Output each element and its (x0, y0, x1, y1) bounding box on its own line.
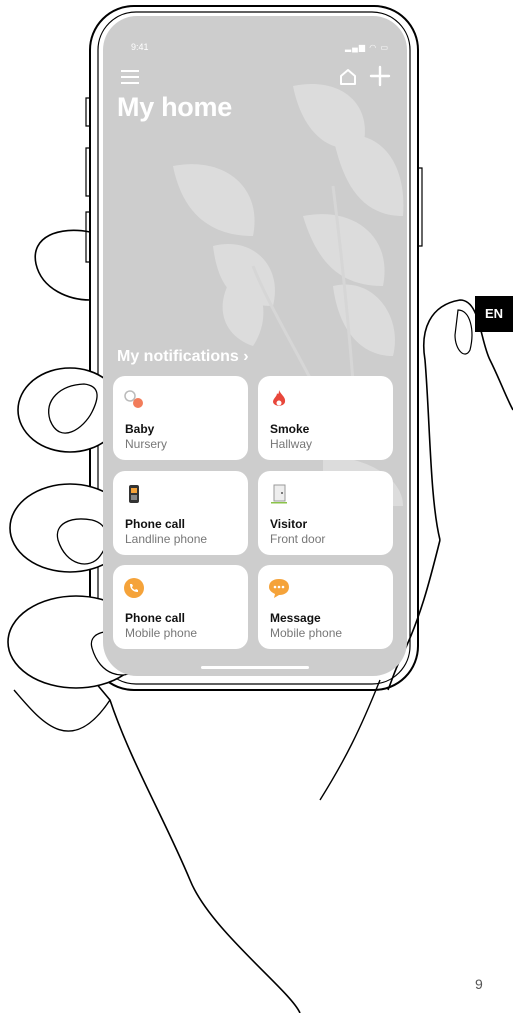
mobile-phone-icon (124, 578, 144, 598)
status-icons: ▂▄▆ ◠ ▭ (345, 43, 389, 52)
card-title: Visitor (270, 517, 308, 531)
card-title: Phone call (125, 611, 186, 625)
notification-card-phone-call-mobile[interactable]: Phone call Mobile phone (113, 565, 248, 649)
finger-outline (13, 689, 111, 732)
palm-outline (59, 639, 301, 1013)
signal-icon: ▂▄▆ (345, 43, 366, 52)
landline-phone-icon (129, 485, 139, 503)
card-subtitle: Front door (270, 532, 326, 546)
language-badge: EN (475, 296, 513, 332)
notification-card-smoke[interactable]: Smoke Hallway (258, 376, 393, 460)
notifications-link[interactable]: My notifications › (117, 348, 249, 366)
battery-icon: ▭ (380, 43, 389, 52)
notification-card-phone-call-landline[interactable]: Phone call Landline phone (113, 471, 248, 555)
card-title: Phone call (125, 517, 186, 531)
notification-card-visitor[interactable]: Visitor Front door (258, 471, 393, 555)
add-icon[interactable] (369, 65, 391, 87)
card-title: Baby (125, 422, 155, 436)
wifi-icon: ◠ (369, 43, 378, 52)
page-title: My home (117, 92, 232, 122)
notification-card-message[interactable]: Message Mobile phone (258, 565, 393, 649)
card-subtitle: Landline phone (125, 532, 208, 546)
card-title: Smoke (270, 422, 310, 436)
phone-screen: 9:41 ▂▄▆ ◠ ▭ My home My notifications › … (103, 16, 407, 676)
menu-icon[interactable] (121, 70, 139, 84)
home-indicator[interactable] (201, 666, 309, 669)
home-icon[interactable] (339, 68, 357, 86)
thumb-outline (423, 299, 513, 541)
card-subtitle: Nursery (125, 437, 168, 451)
notification-card-baby[interactable]: Baby Nursery (113, 376, 248, 460)
status-time: 9:41 (131, 42, 149, 52)
finger-outline (34, 229, 91, 301)
card-subtitle: Mobile phone (125, 626, 198, 640)
card-subtitle: Hallway (270, 437, 313, 451)
thumb-nail (454, 309, 473, 355)
card-subtitle: Mobile phone (270, 626, 343, 640)
notifications-heading: My notifications (117, 348, 239, 365)
flame-icon (273, 390, 286, 406)
message-icon (269, 579, 289, 598)
page-number: 9 (475, 976, 483, 992)
pacifier-icon (124, 390, 143, 408)
chevron-right-icon: › (243, 348, 249, 365)
palm-outline (319, 679, 381, 801)
card-title: Message (270, 611, 321, 625)
door-icon (271, 484, 287, 504)
